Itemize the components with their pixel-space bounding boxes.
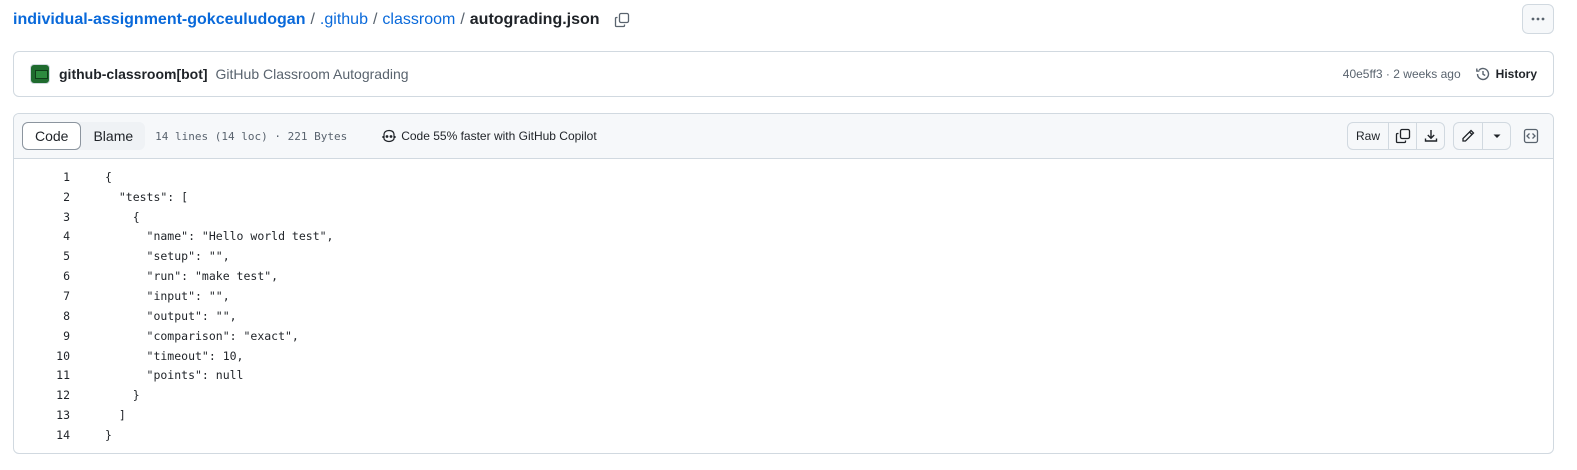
file-viewer: Code Blame 14 lines (14 loc) · 221 Bytes…	[13, 113, 1554, 454]
code-line: 13 ]	[14, 405, 1553, 425]
copy-icon	[1395, 128, 1410, 144]
edit-dropdown-button[interactable]	[1482, 123, 1510, 149]
line-content: "comparison": "exact",	[105, 328, 299, 343]
breadcrumb-separator: /	[460, 11, 465, 28]
code-line: 6 "run": "make test",	[14, 266, 1553, 286]
breadcrumb-separator: /	[310, 11, 315, 28]
tab-blame[interactable]: Blame	[81, 122, 145, 150]
code-line: 4 "name": "Hello world test",	[14, 227, 1553, 247]
line-content: "tests": [	[105, 189, 189, 204]
line-number[interactable]: 1	[14, 170, 70, 184]
breadcrumb-github-link[interactable]: .github	[320, 11, 368, 29]
copy-raw-button[interactable]	[1388, 123, 1416, 149]
raw-actions-group: Raw	[1346, 122, 1445, 150]
file-stats: 14 lines (14 loc) · 221 Bytes	[155, 129, 348, 143]
breadcrumb-separator: /	[372, 11, 378, 28]
line-content: "name": "Hello world test",	[105, 229, 334, 244]
tab-code[interactable]: Code	[22, 122, 82, 150]
edit-file-button[interactable]	[1454, 123, 1482, 149]
line-number[interactable]: 3	[14, 210, 70, 224]
more-options-button[interactable]	[1522, 4, 1554, 34]
latest-commit-bar: github-classroom[bot] GitHub Classroom A…	[13, 51, 1554, 97]
line-number[interactable]: 13	[14, 408, 70, 422]
line-number[interactable]: 9	[14, 329, 70, 343]
copy-icon	[614, 12, 629, 28]
line-content: "input": "",	[105, 288, 230, 303]
line-number[interactable]: 8	[14, 309, 70, 323]
line-number[interactable]: 7	[14, 289, 70, 303]
copilot-icon	[382, 129, 396, 143]
history-icon	[1475, 67, 1489, 81]
history-button[interactable]: History	[1475, 66, 1537, 82]
symbols-panel-button[interactable]	[1517, 122, 1545, 150]
kebab-icon	[1531, 17, 1545, 21]
line-content: ]	[105, 408, 126, 423]
edit-actions-group	[1453, 122, 1511, 150]
download-icon	[1424, 130, 1437, 142]
line-content: "run": "make test",	[105, 269, 279, 284]
breadcrumb-file-name: autograding.json	[469, 11, 600, 28]
pencil-icon	[1462, 129, 1475, 142]
triangle-down-icon	[1493, 134, 1500, 138]
code-line: 7 "input": "",	[14, 286, 1553, 306]
line-number[interactable]: 6	[14, 269, 70, 283]
code-line: 8 "output": "",	[14, 306, 1553, 326]
commit-sha-and-time[interactable]: 40e5ff3 · 2 weeks ago	[1343, 67, 1461, 81]
breadcrumb: individual-assignment-gokceuludogan / .g…	[13, 8, 632, 32]
code-symbols-icon	[1523, 128, 1539, 144]
commit-author[interactable]: github-classroom[bot]	[59, 66, 208, 82]
line-content: {	[105, 169, 112, 184]
code-line: 14}	[14, 425, 1553, 445]
avatar[interactable]	[30, 64, 50, 84]
line-content: }	[105, 388, 140, 403]
code-viewer[interactable]: 1{2 "tests": [3 {4 "name": "Hello world …	[14, 159, 1553, 445]
copilot-promo-link[interactable]: Code 55% faster with GitHub Copilot	[381, 128, 597, 144]
code-line: 11 "points": null	[14, 365, 1553, 385]
line-number[interactable]: 2	[14, 190, 70, 204]
line-content: {	[105, 209, 140, 224]
code-line: 3 {	[14, 207, 1553, 227]
line-number[interactable]: 4	[14, 229, 70, 243]
file-header: Code Blame 14 lines (14 loc) · 221 Bytes…	[14, 114, 1553, 159]
code-line: 2 "tests": [	[14, 187, 1553, 207]
line-number[interactable]: 12	[14, 388, 70, 402]
copy-path-button[interactable]	[612, 10, 632, 30]
line-content: "setup": "",	[105, 249, 230, 264]
line-number[interactable]: 11	[14, 368, 70, 382]
code-line: 10 "timeout": 10,	[14, 346, 1553, 366]
line-number[interactable]: 5	[14, 249, 70, 263]
code-blame-toggle: Code Blame	[22, 122, 146, 150]
copilot-promo-label: Code 55% faster with GitHub Copilot	[401, 129, 597, 143]
breadcrumb-classroom-link[interactable]: classroom	[382, 11, 455, 29]
code-line: 12 }	[14, 385, 1553, 405]
code-line: 1{	[14, 167, 1553, 187]
raw-button[interactable]: Raw	[1348, 123, 1388, 149]
code-line: 5 "setup": "",	[14, 246, 1553, 266]
history-label: History	[1495, 67, 1537, 81]
breadcrumb-repo-link[interactable]: individual-assignment-gokceuludogan	[13, 11, 305, 29]
download-button[interactable]	[1416, 123, 1444, 149]
line-content: "output": "",	[105, 308, 237, 323]
line-number[interactable]: 10	[14, 349, 70, 363]
line-number[interactable]: 14	[14, 428, 70, 442]
line-content: }	[105, 427, 112, 442]
line-content: "timeout": 10,	[105, 348, 244, 363]
commit-message[interactable]: GitHub Classroom Autograding	[216, 66, 409, 82]
line-content: "points": null	[105, 368, 244, 383]
code-line: 9 "comparison": "exact",	[14, 326, 1553, 346]
